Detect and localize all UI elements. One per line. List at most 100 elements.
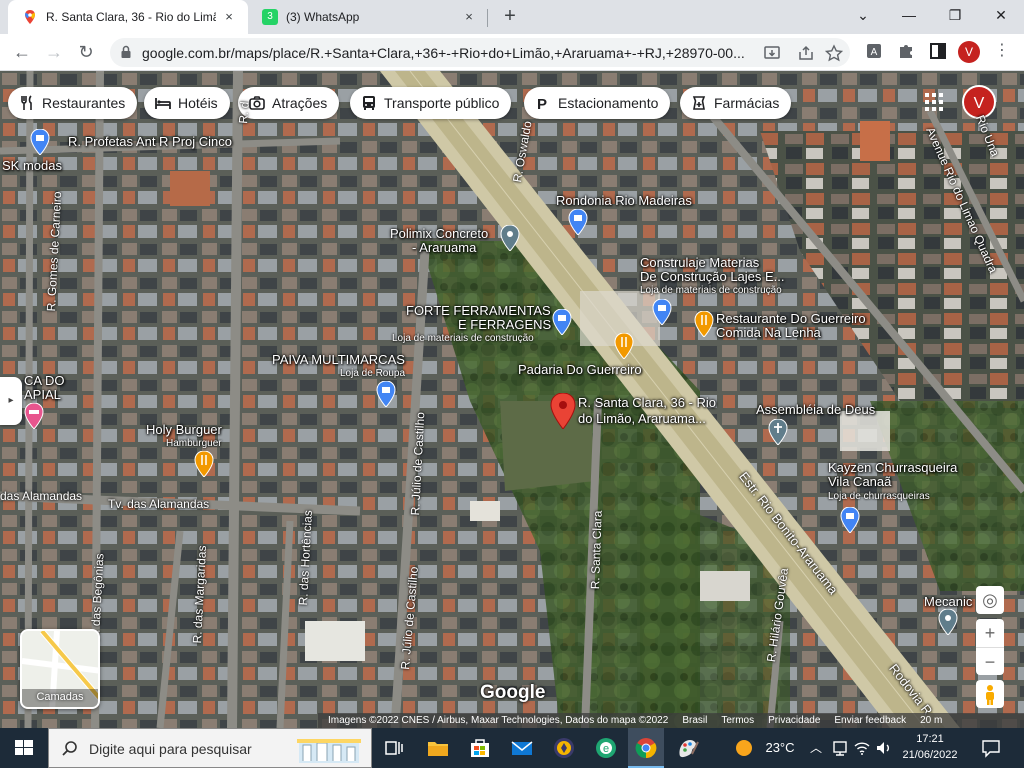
selected-place-label[interactable]: R. Santa Clara, 36 - Rio <box>578 396 716 410</box>
place-pin-icon[interactable] <box>500 225 520 251</box>
layers-button[interactable]: Camadas <box>20 629 100 709</box>
chrome-icon[interactable] <box>632 734 660 762</box>
place-label[interactable]: Construlaje Materias <box>640 256 759 270</box>
shop-pin-icon[interactable] <box>568 209 588 235</box>
extensions-puzzle-icon[interactable] <box>894 39 918 63</box>
zoom-out-button[interactable]: − <box>976 647 1004 675</box>
file-explorer-icon[interactable] <box>424 734 452 762</box>
place-label[interactable]: Comida Na Lenha <box>716 326 821 340</box>
account-avatar[interactable]: V <box>962 85 996 119</box>
restaurant-pin-icon[interactable] <box>694 311 714 337</box>
back-button[interactable]: ← <box>8 38 36 66</box>
url-text[interactable]: google.com.br/maps/place/R.+Santa+Clara,… <box>142 45 752 61</box>
close-tab-icon[interactable]: × <box>460 8 478 26</box>
shop-pin-icon[interactable] <box>376 381 396 407</box>
expand-side-panel-button[interactable]: ▸ <box>0 377 22 425</box>
windows-start-icon[interactable] <box>0 728 48 768</box>
address-bar[interactable]: google.com.br/maps/place/R.+Santa+Clara,… <box>110 38 850 67</box>
chip-transit[interactable]: Transporte público <box>350 87 512 119</box>
scale-label[interactable]: 20 m <box>920 715 942 726</box>
chip-restaurants[interactable]: Restaurantes <box>8 87 138 119</box>
place-label[interactable]: Rondonia Rio Madeiras <box>556 194 692 208</box>
minimize-button[interactable]: — <box>886 0 932 32</box>
chip-pharmacies[interactable]: Farmácias <box>680 87 792 119</box>
paint-icon[interactable] <box>674 734 702 762</box>
taskbar-search-box[interactable]: Digite aqui para pesquisar <box>48 728 372 768</box>
tab-search-button[interactable]: ⌄ <box>840 0 886 32</box>
place-label[interactable]: - Araruama <box>412 241 476 255</box>
shop-pin-icon[interactable] <box>552 309 572 335</box>
bookmark-star-icon[interactable] <box>824 44 844 62</box>
place-label[interactable]: Padaria Do Guerreiro <box>518 363 642 377</box>
share-icon[interactable] <box>796 44 816 62</box>
tab-whatsapp[interactable]: 3 (3) WhatsApp × <box>248 0 488 34</box>
selected-location-pin-icon[interactable] <box>550 393 576 429</box>
place-label[interactable]: Restaurante Do Guerreiro <box>716 312 866 326</box>
church-pin-icon[interactable] <box>768 419 788 445</box>
place-label[interactable]: APIAL <box>24 388 61 402</box>
microsoft-store-icon[interactable] <box>466 734 494 762</box>
side-panel-icon[interactable] <box>926 39 950 63</box>
place-label[interactable]: Vila Canaã <box>828 475 891 489</box>
hotel-pin-icon[interactable] <box>24 403 44 429</box>
my-location-icon[interactable]: ◎ <box>976 586 1004 614</box>
place-label[interactable]: E FERRAGENS <box>458 318 551 332</box>
place-pin-icon[interactable] <box>938 609 958 635</box>
zoom-in-button[interactable]: + <box>976 619 1004 647</box>
translate-icon[interactable]: A <box>862 39 886 63</box>
close-tab-icon[interactable]: × <box>220 8 238 26</box>
new-tab-button[interactable]: + <box>498 5 522 29</box>
edge-icon[interactable]: e <box>592 734 620 762</box>
chip-attractions[interactable]: Atrações <box>238 87 340 119</box>
notification-center-icon[interactable] <box>980 737 1002 759</box>
task-view-icon[interactable] <box>380 734 408 762</box>
google-apps-icon[interactable] <box>922 90 946 114</box>
profile-avatar[interactable]: V <box>958 41 980 63</box>
place-label[interactable]: Polimix Concreto <box>390 227 488 241</box>
menu-kebab-icon[interactable]: ⋮ <box>990 39 1014 63</box>
wifi-icon[interactable] <box>852 738 872 758</box>
shop-pin-icon[interactable] <box>30 129 50 155</box>
place-label[interactable]: Assembléia de Deus <box>756 403 875 417</box>
place-label[interactable]: SK modas <box>2 159 62 173</box>
restore-button[interactable]: ❐ <box>932 0 978 32</box>
place-label[interactable]: De Construção Lajes E... <box>640 270 785 284</box>
place-label[interactable]: FORTE FERRAMENTAS <box>406 304 551 318</box>
close-window-button[interactable]: ✕ <box>978 0 1024 32</box>
place-label[interactable]: Mecanic <box>924 595 972 609</box>
selected-place-label[interactable]: do Limão, Araruama... <box>578 412 706 426</box>
tab-maps[interactable]: R. Santa Clara, 36 - Rio do Limão × <box>8 0 248 34</box>
chip-parking[interactable]: P Estacionamento <box>524 87 671 119</box>
weather-temperature[interactable]: 23°C <box>760 728 800 768</box>
place-label[interactable]: Kayzen Churrasqueira <box>828 461 957 475</box>
terms-link[interactable]: Termos <box>721 715 754 726</box>
shop-pin-icon[interactable] <box>840 507 860 533</box>
tab-title: (3) WhatsApp <box>286 10 360 24</box>
send-feedback-link[interactable]: Enviar feedback <box>834 715 906 726</box>
privacy-link[interactable]: Privacidade <box>768 715 820 726</box>
place-label[interactable]: PAIVA MULTIMARCAS <box>272 353 405 367</box>
restaurant-pin-icon[interactable] <box>194 451 214 477</box>
place-label[interactable]: CA DO <box>24 374 64 388</box>
system-clock[interactable]: 17:21 21/06/2022 <box>900 731 960 763</box>
brave-shield-icon[interactable] <box>550 734 578 762</box>
lock-icon[interactable] <box>118 44 134 60</box>
bus-icon <box>363 96 375 110</box>
forward-button[interactable]: → <box>40 38 68 66</box>
reload-button[interactable]: ↻ <box>72 38 100 66</box>
chevron-up-icon[interactable]: ︿ <box>806 728 826 768</box>
network-icon[interactable] <box>830 738 850 758</box>
pegman-icon[interactable] <box>976 680 1004 708</box>
mail-icon[interactable] <box>508 734 536 762</box>
place-label[interactable]: Holy Burguer <box>146 423 222 437</box>
map-satellite-view[interactable]: Restaurantes Hotéis Atrações Transporte … <box>0 71 1024 728</box>
region-link[interactable]: Brasil <box>682 715 707 726</box>
restaurant-pin-icon[interactable] <box>614 333 634 359</box>
volume-icon[interactable] <box>874 738 894 758</box>
chip-hotels[interactable]: Hotéis <box>144 87 230 119</box>
install-app-icon[interactable] <box>762 44 782 62</box>
weather-sun-icon[interactable] <box>730 734 758 762</box>
imagery-credit: Imagens ©2022 CNES / Airbus, Maxar Techn… <box>328 715 669 726</box>
tab-strip: R. Santa Clara, 36 - Rio do Limão × 3 (3… <box>0 0 1024 34</box>
shop-pin-icon[interactable] <box>652 299 672 325</box>
